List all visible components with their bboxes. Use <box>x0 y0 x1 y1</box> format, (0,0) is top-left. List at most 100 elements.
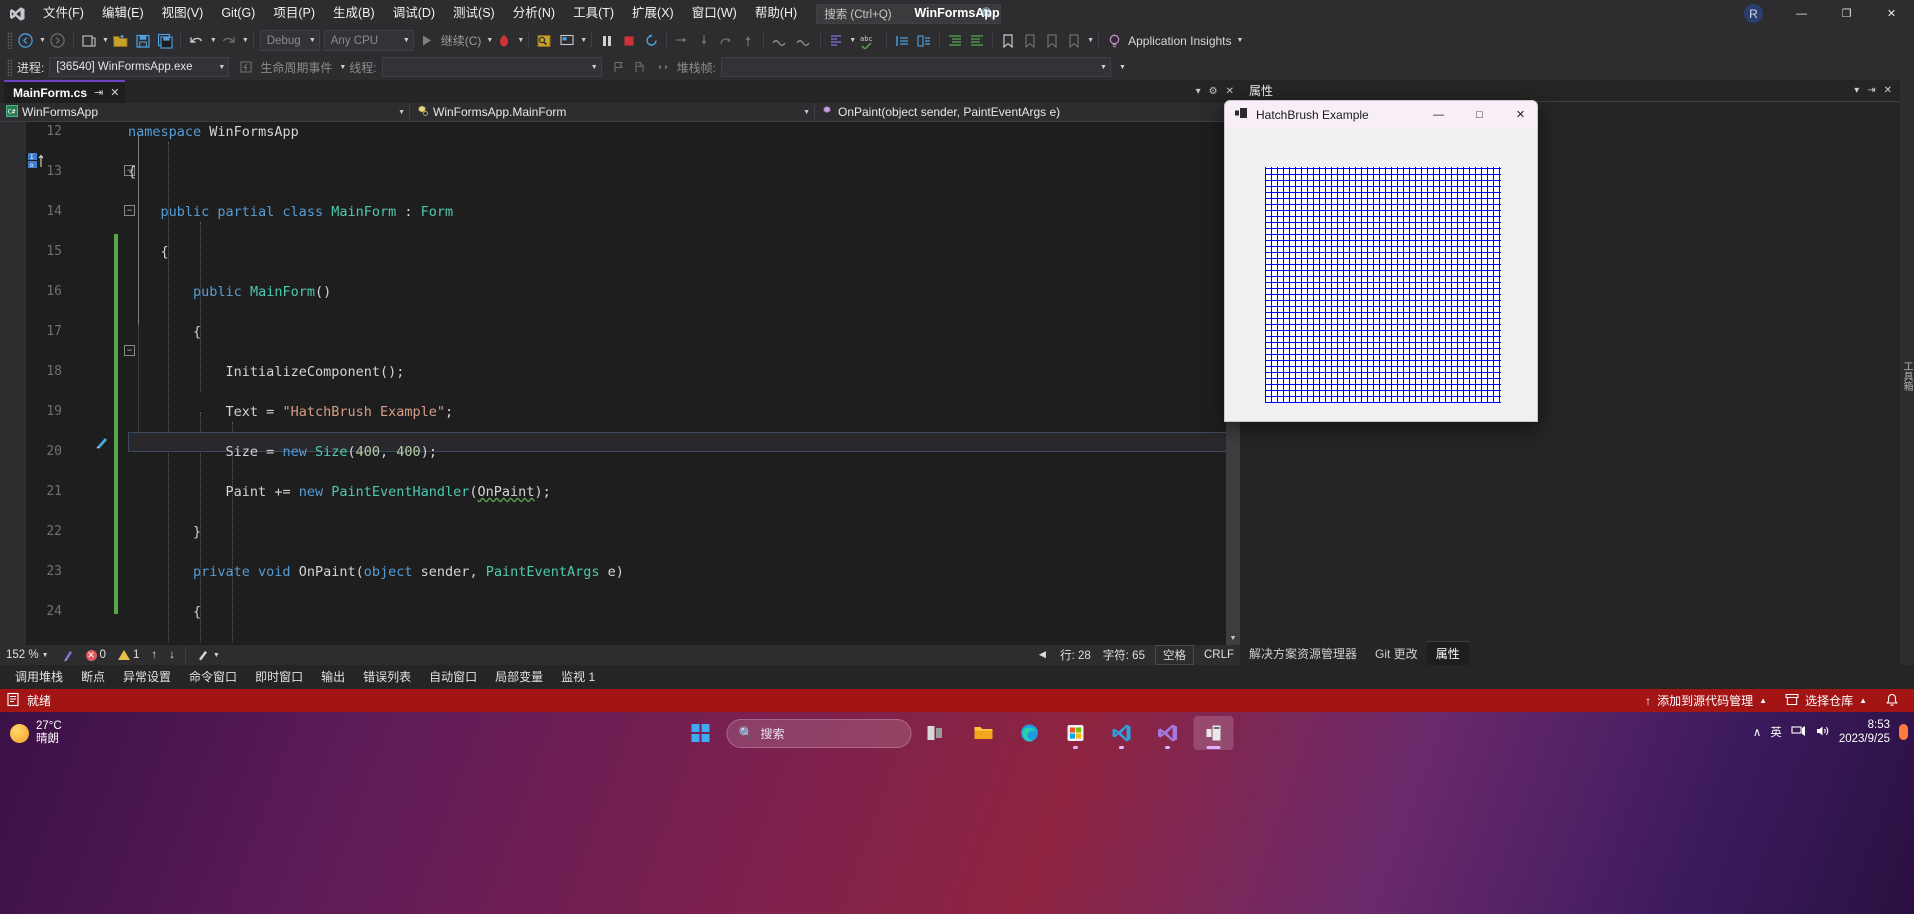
tray-chevron-icon[interactable]: ∧ <box>1753 725 1761 739</box>
vscode-icon[interactable] <box>1102 716 1142 750</box>
stop-icon[interactable] <box>618 30 640 52</box>
task-view-icon[interactable] <box>918 716 958 750</box>
menu-debug[interactable]: 调试(D) <box>384 0 444 27</box>
decrease-indent-icon[interactable] <box>966 30 988 52</box>
new-project-icon[interactable] <box>78 30 100 52</box>
lightbulb-icon[interactable] <box>1103 30 1125 52</box>
code-line-13[interactable]: 13{ <box>0 162 1240 182</box>
menu-help[interactable]: 帮助(H) <box>746 0 806 27</box>
chevron-down-icon[interactable]: ▾ <box>1196 86 1201 97</box>
nav-type-select[interactable]: WinFormsApp.MainForm ▼ <box>410 103 815 121</box>
close-button[interactable]: ✕ <box>1869 0 1914 27</box>
continue-button-label[interactable]: 继续(C) <box>438 32 485 49</box>
menu-project[interactable]: 项目(P) <box>264 0 324 27</box>
winforms-app-icon[interactable] <box>1193 716 1234 750</box>
code-line-21[interactable]: 21 Paint += new PaintEventHandler(OnPain… <box>0 482 1240 502</box>
process-select[interactable]: [36540] WinFormsApp.exe ▼ <box>49 57 230 77</box>
start-debug-icon[interactable] <box>416 30 438 52</box>
maximize-restore-button[interactable]: ❐ <box>1824 0 1869 27</box>
undo-dropdown-icon[interactable]: ▼ <box>210 37 217 44</box>
hot-reload-icon[interactable] <box>493 30 515 52</box>
file-explorer-icon[interactable] <box>964 716 1004 750</box>
visual-studio-icon[interactable] <box>1148 716 1188 750</box>
chevron-down-icon[interactable]: ▾ <box>1850 85 1863 96</box>
bookmark-dropdown-icon[interactable]: ▼ <box>1087 37 1094 44</box>
flag-group-icon[interactable] <box>630 56 652 78</box>
close-icon[interactable]: ✕ <box>110 86 119 99</box>
solution-platform-select[interactable]: Any CPU ▼ <box>323 30 414 51</box>
error-count-indicator[interactable]: ✕ 0 <box>80 645 112 665</box>
flag-icon[interactable] <box>608 56 630 78</box>
navigate-forward-icon[interactable] <box>46 30 69 52</box>
code-line-20[interactable]: 20 Size = new Size(400, 400); <box>0 442 1240 462</box>
attach-process-icon[interactable] <box>533 30 556 52</box>
taskbar-search-box[interactable]: 🔍 搜索 <box>726 718 912 748</box>
stackframe-select[interactable]: ▼ <box>720 57 1111 77</box>
tab-exception-settings[interactable]: 异常设置 <box>114 665 180 689</box>
step-up-icon[interactable] <box>737 30 759 52</box>
menu-window[interactable]: 窗口(W) <box>683 0 746 27</box>
code-cleanup-button[interactable]: ▼ <box>190 645 226 665</box>
thread-select[interactable]: ▼ <box>381 57 602 77</box>
restart-icon[interactable] <box>640 30 662 52</box>
close-icon[interactable]: ✕ <box>1226 86 1234 97</box>
zoom-level-select[interactable]: 152 % ▼ <box>0 645 55 665</box>
pin-icon[interactable]: ⇥ <box>1863 85 1879 96</box>
lifecycle-events-label[interactable]: 生命周期事件 <box>260 59 332 76</box>
lifecycle-events-icon[interactable] <box>235 56 257 78</box>
menu-file[interactable]: 文件(F) <box>34 0 93 27</box>
unflag-icon[interactable] <box>652 56 674 78</box>
step-into-icon[interactable] <box>671 30 693 52</box>
toolbox-side-strip[interactable]: 工具箱 <box>1900 80 1914 665</box>
bell-icon[interactable] <box>1876 689 1908 712</box>
code-line-14[interactable]: 14 public partial class MainForm : Form <box>0 202 1240 222</box>
step-over-icon[interactable] <box>693 30 715 52</box>
code-line-16[interactable]: 16 public MainForm() <box>0 282 1240 302</box>
tab-locals[interactable]: 局部变量 <box>486 665 552 689</box>
code-editor[interactable]: I o − − − 12 namespace WinFormsApp 13 {… <box>0 122 1240 645</box>
minimize-button[interactable]: — <box>1422 101 1455 128</box>
menu-view[interactable]: 视图(V) <box>153 0 213 27</box>
brush-icon[interactable] <box>55 645 80 665</box>
tab-properties[interactable]: 属性 <box>1426 641 1469 665</box>
format-document-icon[interactable] <box>825 30 847 52</box>
uncomment-icon[interactable] <box>792 30 816 52</box>
hot-reload-dropdown-icon[interactable]: ▼ <box>517 37 524 44</box>
outdent-icon[interactable] <box>891 30 913 52</box>
next-bookmark-icon[interactable] <box>1041 30 1063 52</box>
line-ending-indicator[interactable]: CRLF <box>1198 645 1240 665</box>
gear-icon[interactable]: ⚙ <box>1209 86 1218 97</box>
tab-watch-1[interactable]: 监视 1 <box>552 665 604 689</box>
tab-immediate-window[interactable]: 即时窗口 <box>246 665 312 689</box>
undo-icon[interactable] <box>185 30 208 52</box>
code-line-17[interactable]: 17 { <box>0 322 1240 342</box>
open-file-icon[interactable] <box>109 30 132 52</box>
maximize-button[interactable]: □ <box>1463 101 1496 128</box>
code-line-12[interactable]: 12 namespace WinFormsApp <box>0 122 1240 142</box>
new-project-dropdown-icon[interactable]: ▼ <box>102 37 109 44</box>
taskbar-clock[interactable]: 8:53 2023/9/25 <box>1839 718 1890 746</box>
ime-indicator[interactable]: 英 <box>1770 724 1782 740</box>
step-out-icon[interactable] <box>715 30 737 52</box>
tab-command-window[interactable]: 命令窗口 <box>180 665 246 689</box>
expand-status-icon[interactable]: ◄ <box>1031 645 1054 665</box>
warning-count-indicator[interactable]: 1 <box>112 645 145 665</box>
tab-mainform-cs[interactable]: MainForm.cs ⇥ ✕ <box>4 80 126 103</box>
nav-member-select[interactable]: OnPaint(object sender, PaintEventArgs e)… <box>815 103 1240 121</box>
increase-indent-icon[interactable] <box>944 30 966 52</box>
nav-project-select[interactable]: C# WinFormsApp ▼ <box>0 103 410 121</box>
redo-icon[interactable] <box>217 30 240 52</box>
format-dropdown-icon[interactable]: ▼ <box>849 37 856 44</box>
minimize-button[interactable]: — <box>1779 0 1824 27</box>
code-line-19[interactable]: 19 Text = "HatchBrush Example"; <box>0 402 1240 422</box>
next-issue-button[interactable]: ↓ <box>163 645 181 665</box>
insert-mode-indicator[interactable]: 空格 <box>1154 645 1194 665</box>
menu-edit[interactable]: 编辑(E) <box>93 0 153 27</box>
app-insights-dropdown-icon[interactable]: ▼ <box>1237 37 1244 44</box>
redo-dropdown-icon[interactable]: ▼ <box>242 37 249 44</box>
navigate-back-icon[interactable] <box>14 30 37 52</box>
layout-icon[interactable] <box>556 30 578 52</box>
account-avatar[interactable]: R <box>1744 4 1763 23</box>
pin-icon[interactable]: ⇥ <box>94 86 103 99</box>
pause-icon[interactable] <box>596 30 618 52</box>
